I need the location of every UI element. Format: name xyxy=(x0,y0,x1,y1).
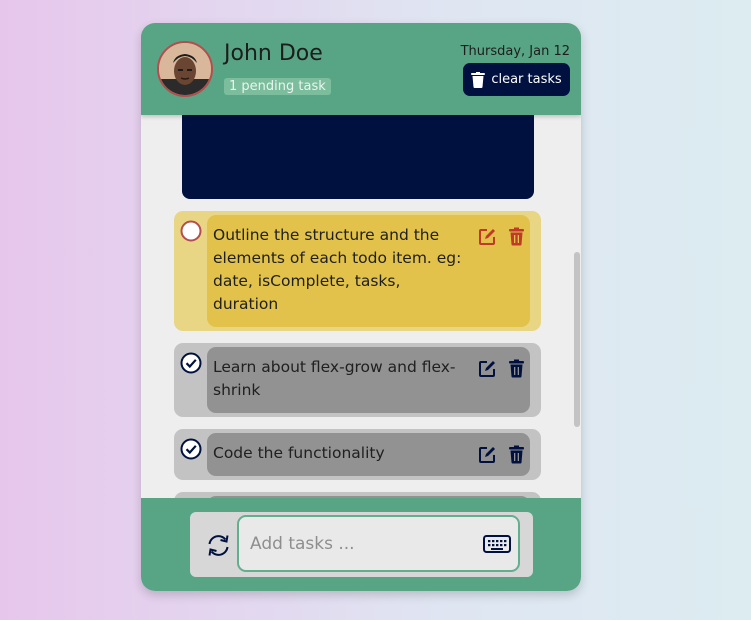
check-circle-icon[interactable] xyxy=(180,352,202,374)
todo-actions xyxy=(478,445,526,464)
todo-content: Outline the structure and the elements o… xyxy=(207,215,530,327)
input-container xyxy=(190,512,533,577)
trash-icon[interactable] xyxy=(507,227,526,246)
banner-card xyxy=(182,115,534,199)
todo-content: Code the functionality xyxy=(207,433,530,476)
trash-icon[interactable] xyxy=(507,445,526,464)
app-footer xyxy=(141,498,581,591)
sync-icon[interactable] xyxy=(205,532,232,559)
app-header: John Doe 1 pending task Thursday, Jan 12… xyxy=(141,23,581,115)
todo-item: Code the functionality xyxy=(174,429,541,480)
trash-icon[interactable] xyxy=(507,359,526,378)
todo-actions xyxy=(478,227,526,246)
scrollbar[interactable] xyxy=(574,252,580,427)
avatar xyxy=(157,41,213,97)
edit-icon[interactable] xyxy=(478,227,497,246)
todo-item: Outline the structure and the elements o… xyxy=(174,211,541,331)
todo-text: Code the functionality xyxy=(213,444,385,462)
todo-list[interactable]: Outline the structure and the elements o… xyxy=(141,115,581,498)
edit-icon[interactable] xyxy=(478,359,497,378)
todo-actions xyxy=(478,359,526,378)
todo-content: Learn about flex-grow and flex-shrink xyxy=(207,347,530,413)
trash-icon xyxy=(471,71,486,88)
todo-app: John Doe 1 pending task Thursday, Jan 12… xyxy=(141,23,581,591)
todo-item: Learn about flex-grow and flex-shrink xyxy=(174,343,541,417)
pending-badge: 1 pending task xyxy=(224,78,331,95)
clear-tasks-button[interactable]: clear tasks xyxy=(463,63,570,96)
todo-text: Learn about flex-grow and flex-shrink xyxy=(213,358,456,399)
date-label: Thursday, Jan 12 xyxy=(460,44,570,59)
add-task-input[interactable] xyxy=(237,515,520,572)
todo-text: Outline the structure and the elements o… xyxy=(213,226,462,313)
clear-tasks-label: clear tasks xyxy=(491,72,562,87)
check-circle-icon[interactable] xyxy=(180,438,202,460)
user-name: John Doe xyxy=(224,41,323,66)
checkbox-empty-icon[interactable] xyxy=(180,220,202,242)
edit-icon[interactable] xyxy=(478,445,497,464)
keyboard-icon[interactable] xyxy=(483,534,511,554)
